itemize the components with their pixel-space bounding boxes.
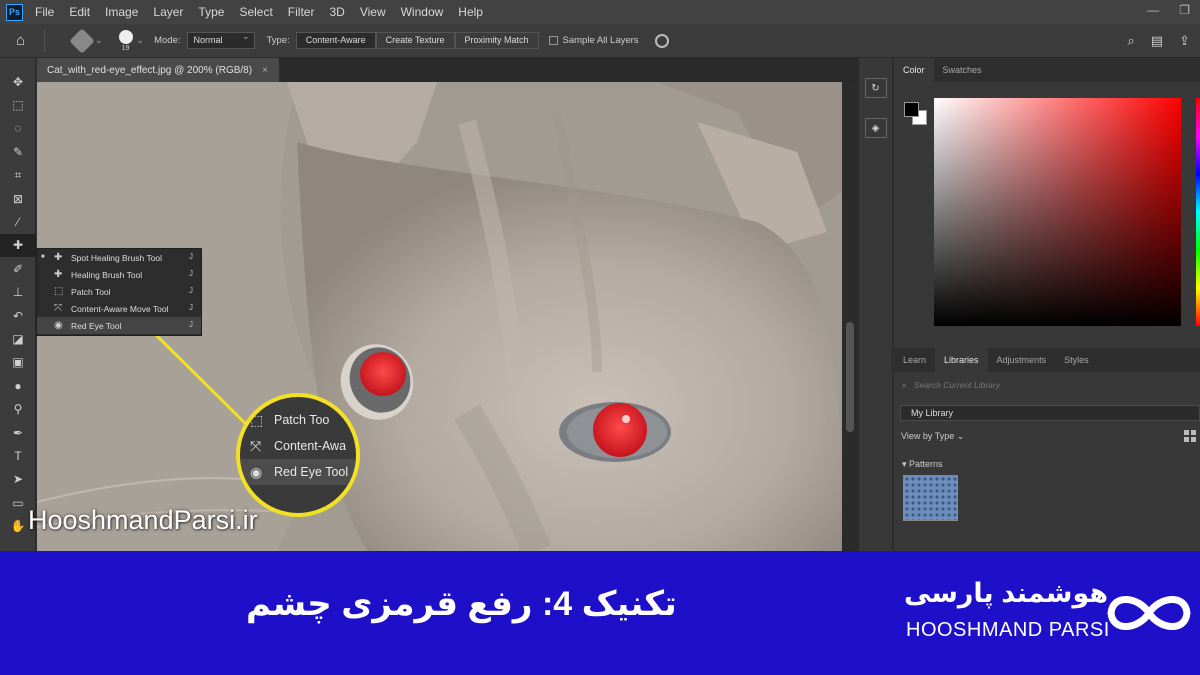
callout-item-content-aware: ⤧ Content-Awa — [250, 437, 347, 454]
spot-healing-brush-icon: ✚ — [54, 252, 63, 263]
tab-swatches[interactable]: Swatches — [934, 58, 991, 82]
tab-styles[interactable]: Styles — [1055, 348, 1098, 372]
library-search-input[interactable]: ⌕ Search Current Library — [900, 380, 1200, 395]
red-eye-icon: ◉ — [250, 463, 263, 480]
flyout-item-content-aware-move[interactable]: ⤧ Content-Aware Move Tool J — [37, 300, 201, 317]
search-icon: ⌕ — [902, 380, 907, 390]
foreground-color-swatch[interactable] — [904, 102, 919, 117]
content-aware-move-icon: ⤧ — [250, 437, 262, 454]
view-by-type-select[interactable]: View by Type ⌄ — [901, 431, 964, 442]
magnified-callout: ⬚ Patch Too ⤧ Content-Awa ◉ Red Eye Tool — [236, 393, 360, 517]
color-panel-tabs: Color Swatches — [894, 58, 1200, 82]
active-bullet-icon: ■ — [41, 254, 45, 260]
chevron-down-icon: ⌄ — [956, 431, 965, 441]
healing-brush-icon: ✚ — [54, 269, 63, 280]
tab-learn[interactable]: Learn — [894, 348, 935, 372]
tab-adjustments[interactable]: Adjustments — [988, 348, 1056, 372]
shortcut-key: J — [189, 286, 193, 295]
shortcut-key: J — [189, 320, 193, 329]
tab-libraries[interactable]: Libraries — [935, 348, 988, 372]
flyout-item-patch[interactable]: ⬚ Patch Tool J — [37, 283, 201, 300]
hue-slider[interactable] — [1196, 98, 1200, 326]
flyout-item-spot-healing[interactable]: ■ ✚ Spot Healing Brush Tool J — [37, 249, 201, 266]
content-aware-move-icon: ⤧ — [54, 303, 62, 314]
callout-item-patch: ⬚ Patch Too — [250, 411, 330, 428]
patch-icon: ⬚ — [250, 411, 264, 428]
color-picker-field[interactable] — [934, 98, 1181, 326]
collapsed-panels: ↻ ◈ — [858, 58, 893, 551]
shortcut-key: J — [189, 269, 193, 278]
tab-color[interactable]: Color — [894, 58, 934, 82]
pattern-thumbnail[interactable] — [903, 475, 958, 521]
patch-icon: ⬚ — [54, 286, 64, 297]
infinity-logo-icon — [1107, 596, 1191, 630]
patterns-section[interactable]: ▾ Patterns — [902, 459, 943, 470]
history-panel-icon[interactable]: ↻ — [864, 78, 887, 98]
red-eye-icon: ◉ — [54, 320, 63, 331]
library-select[interactable]: My Library — [900, 405, 1200, 421]
flyout-item-healing-brush[interactable]: ✚ Healing Brush Tool J — [37, 266, 201, 283]
library-panel-tabs: Learn Libraries Adjustments Styles — [894, 348, 1200, 372]
banner-title: تکنیک 4: رفع قرمزی چشم — [246, 585, 677, 623]
right-panels: Color Swatches Learn Libraries Adjustmen… — [894, 58, 1200, 551]
triangle-down-icon: ▾ — [902, 459, 910, 469]
brand-name-english: HOOSHMAND PARSI — [906, 619, 1110, 641]
3d-panel-icon[interactable]: ◈ — [864, 118, 887, 138]
watermark: HooshmandParsi.ir — [28, 505, 258, 535]
grid-view-icon[interactable] — [1184, 430, 1196, 442]
shortcut-key: J — [189, 303, 193, 312]
brand-name-persian: هوشمند پارسی — [904, 578, 1109, 608]
flyout-item-red-eye[interactable]: ◉ Red Eye Tool J — [37, 317, 201, 334]
shortcut-key: J — [189, 252, 193, 261]
healing-tools-flyout: ■ ✚ Spot Healing Brush Tool J ✚ Healing … — [36, 248, 202, 336]
callout-item-red-eye: ◉ Red Eye Tool — [240, 459, 356, 485]
